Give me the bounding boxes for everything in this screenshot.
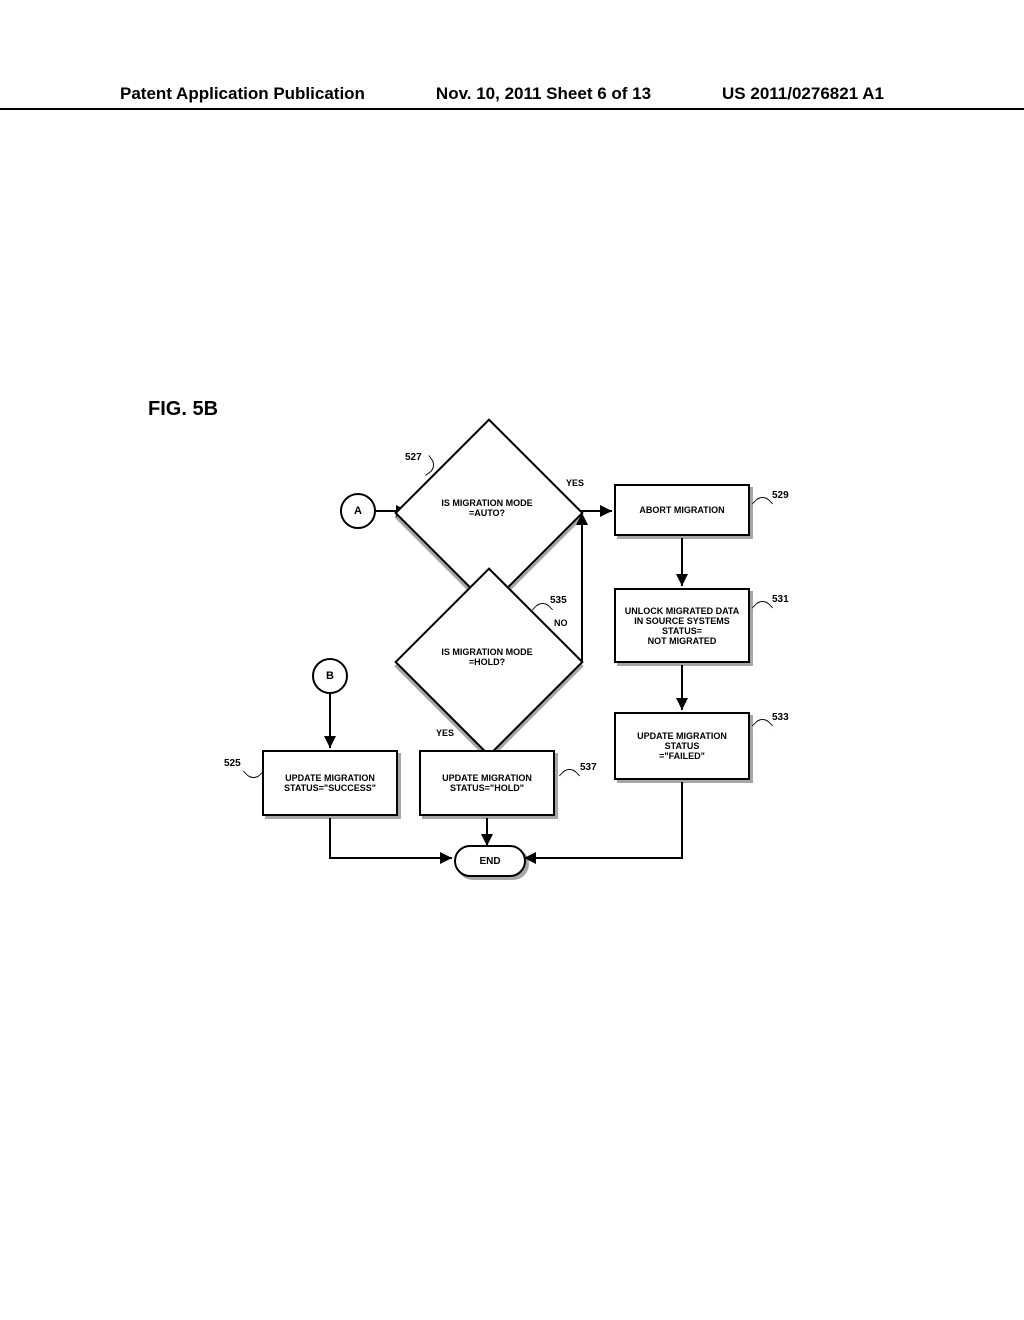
process-abort: ABORT MIGRATION bbox=[614, 484, 750, 536]
page-header: Patent Application Publication Nov. 10, … bbox=[0, 84, 1024, 110]
ref-525-hook bbox=[243, 761, 264, 782]
ref-537: 537 bbox=[580, 762, 597, 773]
ref-535: 535 bbox=[550, 595, 567, 606]
process-unlock: UNLOCK MIGRATED DATA IN SOURCE SYSTEMS S… bbox=[614, 588, 750, 663]
ref-529: 529 bbox=[772, 490, 789, 501]
ref-531-hook bbox=[752, 597, 773, 618]
process-hold-text: UPDATE MIGRATION STATUS="HOLD" bbox=[442, 773, 532, 793]
header-center: Nov. 10, 2011 Sheet 6 of 13 bbox=[436, 84, 651, 104]
ref-533: 533 bbox=[772, 712, 789, 723]
label-no-535: NO bbox=[554, 618, 568, 628]
connector-b: B bbox=[312, 658, 348, 694]
header-right: US 2011/0276821 A1 bbox=[722, 84, 884, 104]
ref-531: 531 bbox=[772, 594, 789, 605]
connector-b-label: B bbox=[326, 670, 334, 682]
ref-525: 525 bbox=[224, 758, 241, 769]
terminator-end: END bbox=[454, 845, 526, 877]
process-success: UPDATE MIGRATION STATUS="SUCCESS" bbox=[262, 750, 398, 816]
ref-537-hook bbox=[559, 765, 580, 786]
process-success-text: UPDATE MIGRATION STATUS="SUCCESS" bbox=[284, 773, 376, 793]
label-yes-527: YES bbox=[566, 478, 584, 488]
terminator-end-text: END bbox=[479, 856, 500, 867]
ref-529-hook bbox=[752, 493, 773, 514]
process-hold: UPDATE MIGRATION STATUS="HOLD" bbox=[419, 750, 555, 816]
process-failed: UPDATE MIGRATION STATUS ="FAILED" bbox=[614, 712, 750, 780]
process-abort-text: ABORT MIGRATION bbox=[639, 505, 724, 515]
figure-label: FIG. 5B bbox=[148, 398, 218, 421]
flowchart-diagram: A IS MIGRATION MODE =AUTO? 527 YES NO AB… bbox=[210, 440, 830, 910]
connector-a-label: A bbox=[354, 505, 362, 517]
label-yes-535: YES bbox=[436, 728, 454, 738]
connector-a: A bbox=[340, 493, 376, 529]
header-left: Patent Application Publication bbox=[120, 84, 365, 104]
ref-533-hook bbox=[752, 715, 773, 736]
process-unlock-text: UNLOCK MIGRATED DATA IN SOURCE SYSTEMS S… bbox=[625, 606, 740, 646]
process-failed-text: UPDATE MIGRATION STATUS ="FAILED" bbox=[637, 731, 727, 761]
